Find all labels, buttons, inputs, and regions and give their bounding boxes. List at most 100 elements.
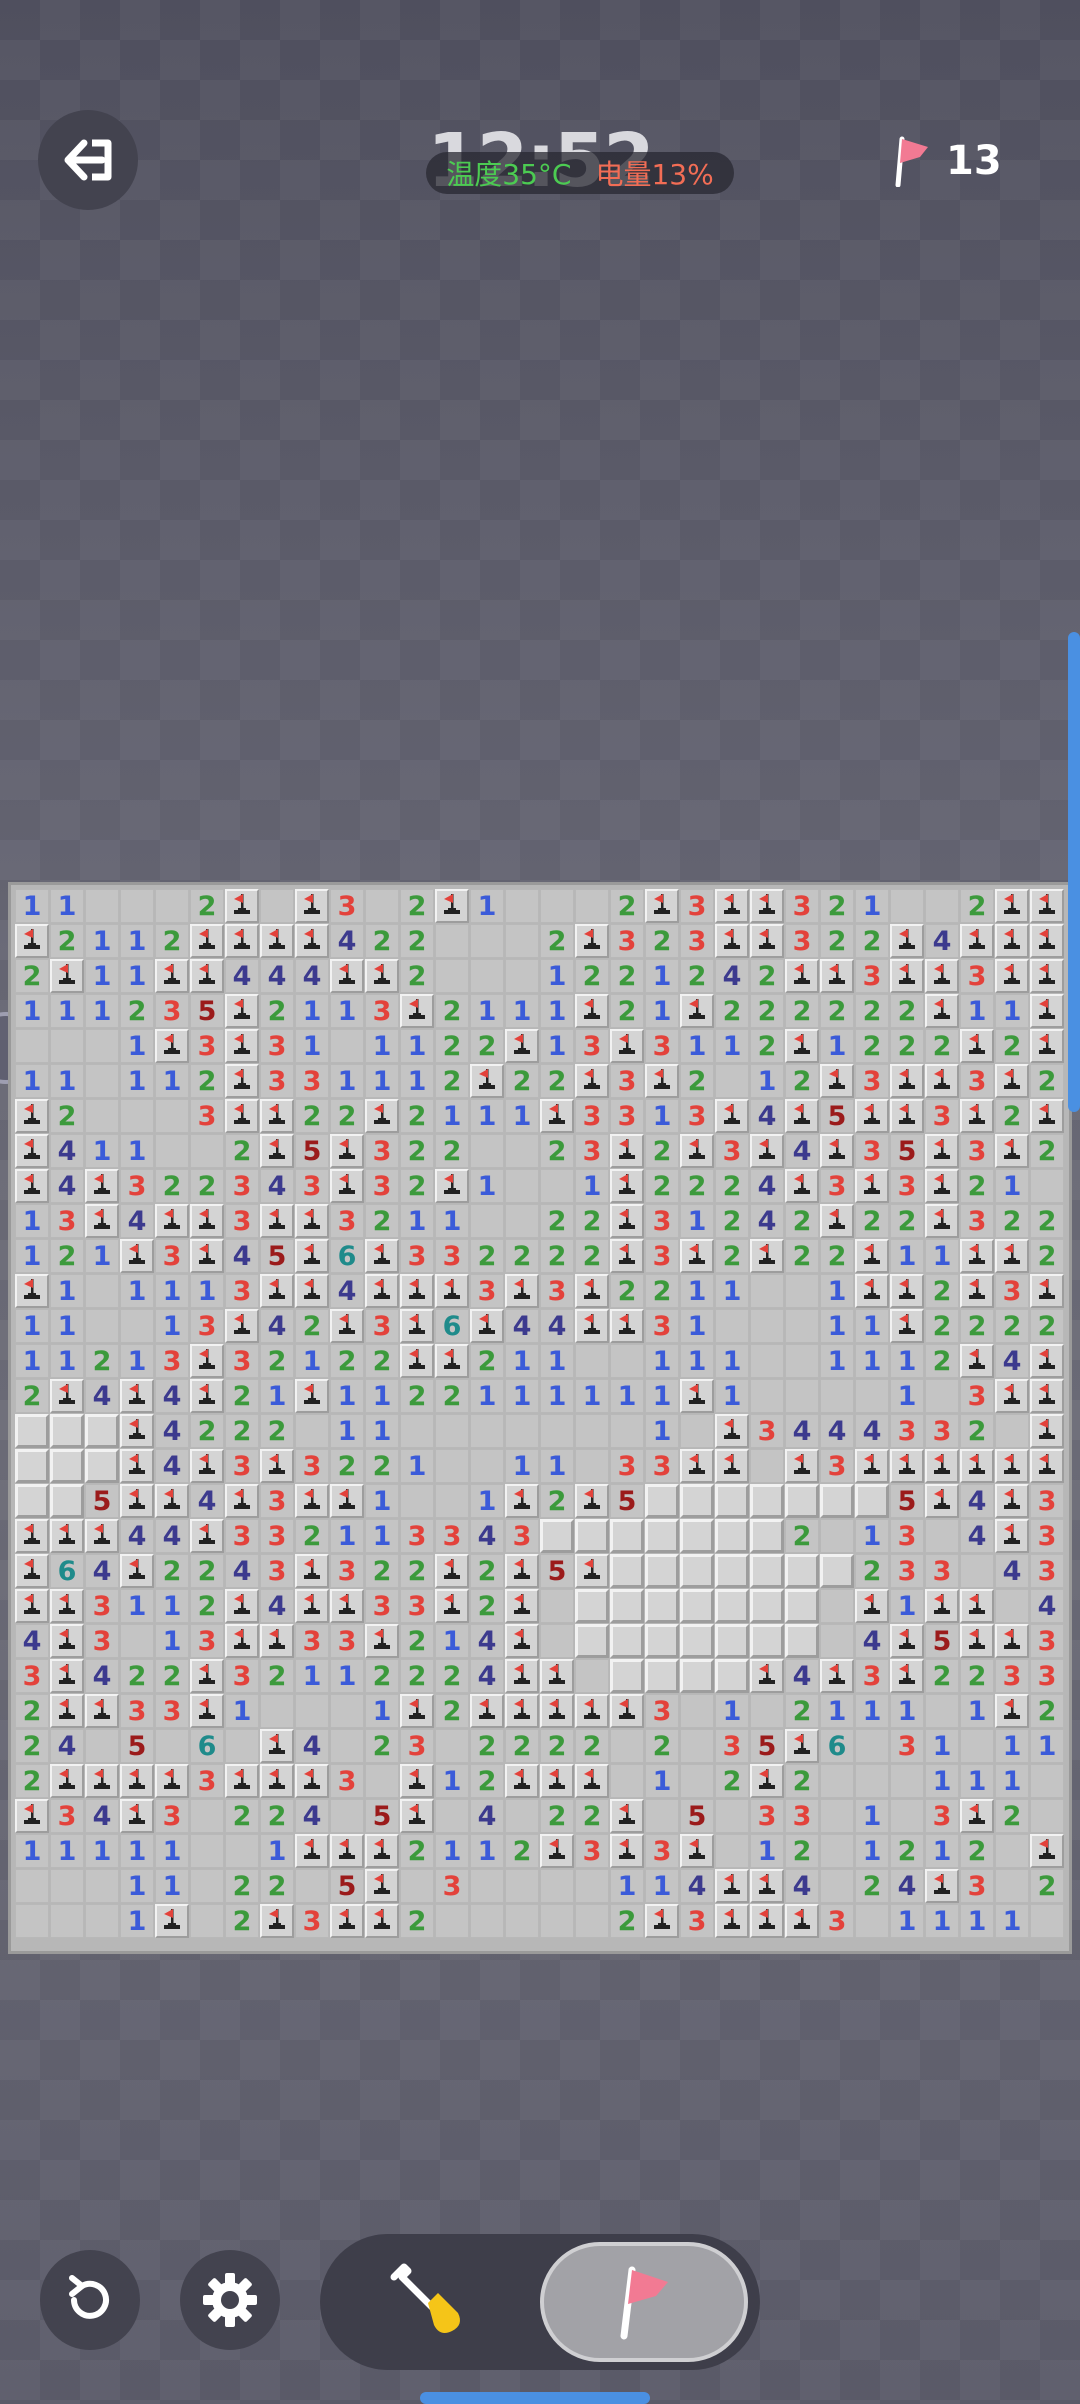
flagged-cell[interactable] bbox=[785, 1904, 819, 1938]
number-cell[interactable]: 1 bbox=[365, 1029, 399, 1063]
number-cell[interactable]: 2 bbox=[540, 1484, 574, 1518]
number-cell[interactable]: 3 bbox=[540, 1274, 574, 1308]
number-cell[interactable]: 3 bbox=[365, 1589, 399, 1623]
covered-cell[interactable] bbox=[15, 1484, 49, 1518]
flagged-cell[interactable] bbox=[890, 924, 924, 958]
number-cell[interactable]: 1 bbox=[715, 1379, 749, 1413]
number-cell[interactable]: 2 bbox=[365, 924, 399, 958]
number-cell[interactable]: 2 bbox=[435, 1379, 469, 1413]
flagged-cell[interactable] bbox=[365, 959, 399, 993]
mode-toggle[interactable] bbox=[320, 2234, 760, 2370]
number-cell[interactable]: 1 bbox=[120, 1134, 154, 1168]
number-cell[interactable]: 1 bbox=[470, 1484, 504, 1518]
number-cell[interactable]: 1 bbox=[540, 959, 574, 993]
empty-cell[interactable] bbox=[820, 1799, 854, 1833]
empty-cell[interactable] bbox=[470, 1449, 504, 1483]
flagged-cell[interactable] bbox=[505, 1274, 539, 1308]
number-cell[interactable]: 1 bbox=[540, 1029, 574, 1063]
number-cell[interactable]: 3 bbox=[610, 1099, 644, 1133]
empty-cell[interactable] bbox=[925, 1519, 959, 1553]
flagged-cell[interactable] bbox=[995, 959, 1029, 993]
flagged-cell[interactable] bbox=[295, 1834, 329, 1868]
flagged-cell[interactable] bbox=[435, 1344, 469, 1378]
flagged-cell[interactable] bbox=[330, 1309, 364, 1343]
number-cell[interactable]: 3 bbox=[610, 1064, 644, 1098]
number-cell[interactable]: 1 bbox=[890, 1694, 924, 1728]
number-cell[interactable]: 3 bbox=[155, 1239, 189, 1273]
covered-cell[interactable] bbox=[750, 1554, 784, 1588]
flagged-cell[interactable] bbox=[225, 1484, 259, 1518]
number-cell[interactable]: 2 bbox=[365, 1204, 399, 1238]
number-cell[interactable]: 3 bbox=[330, 1624, 364, 1658]
number-cell[interactable]: 1 bbox=[855, 1694, 889, 1728]
number-cell[interactable]: 2 bbox=[260, 1344, 294, 1378]
covered-cell[interactable] bbox=[785, 1624, 819, 1658]
covered-cell[interactable] bbox=[645, 1659, 679, 1693]
number-cell[interactable]: 3 bbox=[190, 1029, 224, 1063]
empty-cell[interactable] bbox=[15, 1029, 49, 1063]
number-cell[interactable]: 2 bbox=[400, 959, 434, 993]
flagged-cell[interactable] bbox=[400, 1309, 434, 1343]
flagged-cell[interactable] bbox=[960, 1449, 994, 1483]
empty-cell[interactable] bbox=[295, 1414, 329, 1448]
number-cell[interactable]: 1 bbox=[50, 1344, 84, 1378]
flagged-cell[interactable] bbox=[295, 1204, 329, 1238]
flagged-cell[interactable] bbox=[190, 1344, 224, 1378]
flagged-cell[interactable] bbox=[995, 1239, 1029, 1273]
flagged-cell[interactable] bbox=[260, 1449, 294, 1483]
flagged-cell[interactable] bbox=[505, 1624, 539, 1658]
flagged-cell[interactable] bbox=[365, 1869, 399, 1903]
flagged-cell[interactable] bbox=[225, 1064, 259, 1098]
number-cell[interactable]: 4 bbox=[785, 1134, 819, 1168]
number-cell[interactable]: 1 bbox=[575, 1169, 609, 1203]
number-cell[interactable]: 3 bbox=[960, 1869, 994, 1903]
number-cell[interactable]: 2 bbox=[1030, 1239, 1064, 1273]
flagged-cell[interactable] bbox=[785, 1099, 819, 1133]
number-cell[interactable]: 4 bbox=[995, 1554, 1029, 1588]
number-cell[interactable]: 1 bbox=[890, 1379, 924, 1413]
number-cell[interactable]: 2 bbox=[330, 1344, 364, 1378]
number-cell[interactable]: 3 bbox=[120, 1694, 154, 1728]
number-cell[interactable]: 2 bbox=[750, 994, 784, 1028]
number-cell[interactable]: 2 bbox=[365, 1449, 399, 1483]
flagged-cell[interactable] bbox=[715, 1449, 749, 1483]
flagged-cell[interactable] bbox=[855, 1449, 889, 1483]
number-cell[interactable]: 3 bbox=[680, 1099, 714, 1133]
number-cell[interactable]: 2 bbox=[85, 1344, 119, 1378]
number-cell[interactable]: 2 bbox=[715, 1169, 749, 1203]
empty-cell[interactable] bbox=[680, 1729, 714, 1763]
number-cell[interactable]: 1 bbox=[470, 1169, 504, 1203]
empty-cell[interactable] bbox=[505, 889, 539, 923]
flagged-cell[interactable] bbox=[960, 1239, 994, 1273]
empty-cell[interactable] bbox=[260, 1694, 294, 1728]
number-cell[interactable]: 3 bbox=[820, 1904, 854, 1938]
flagged-cell[interactable] bbox=[925, 1134, 959, 1168]
empty-cell[interactable] bbox=[505, 1134, 539, 1168]
empty-cell[interactable] bbox=[820, 1764, 854, 1798]
number-cell[interactable]: 1 bbox=[365, 1484, 399, 1518]
flagged-cell[interactable] bbox=[190, 924, 224, 958]
number-cell[interactable]: 1 bbox=[960, 994, 994, 1028]
flagged-cell[interactable] bbox=[1030, 1029, 1064, 1063]
number-cell[interactable]: 4 bbox=[15, 1624, 49, 1658]
flagged-cell[interactable] bbox=[890, 1274, 924, 1308]
flagged-cell[interactable] bbox=[330, 1904, 364, 1938]
number-cell[interactable]: 3 bbox=[260, 1064, 294, 1098]
number-cell[interactable]: 2 bbox=[470, 1029, 504, 1063]
number-cell[interactable]: 2 bbox=[925, 1344, 959, 1378]
flagged-cell[interactable] bbox=[365, 1099, 399, 1133]
number-cell[interactable]: 2 bbox=[400, 1624, 434, 1658]
number-cell[interactable]: 2 bbox=[120, 994, 154, 1028]
empty-cell[interactable] bbox=[435, 1729, 469, 1763]
number-cell[interactable]: 2 bbox=[505, 1834, 539, 1868]
flagged-cell[interactable] bbox=[15, 1134, 49, 1168]
number-cell[interactable]: 1 bbox=[960, 1764, 994, 1798]
flagged-cell[interactable] bbox=[855, 1099, 889, 1133]
flagged-cell[interactable] bbox=[120, 1449, 154, 1483]
empty-cell[interactable] bbox=[435, 1904, 469, 1938]
number-cell[interactable]: 3 bbox=[155, 994, 189, 1028]
empty-cell[interactable] bbox=[435, 924, 469, 958]
number-cell[interactable]: 1 bbox=[365, 1379, 399, 1413]
number-cell[interactable]: 3 bbox=[820, 1169, 854, 1203]
empty-cell[interactable] bbox=[960, 1729, 994, 1763]
